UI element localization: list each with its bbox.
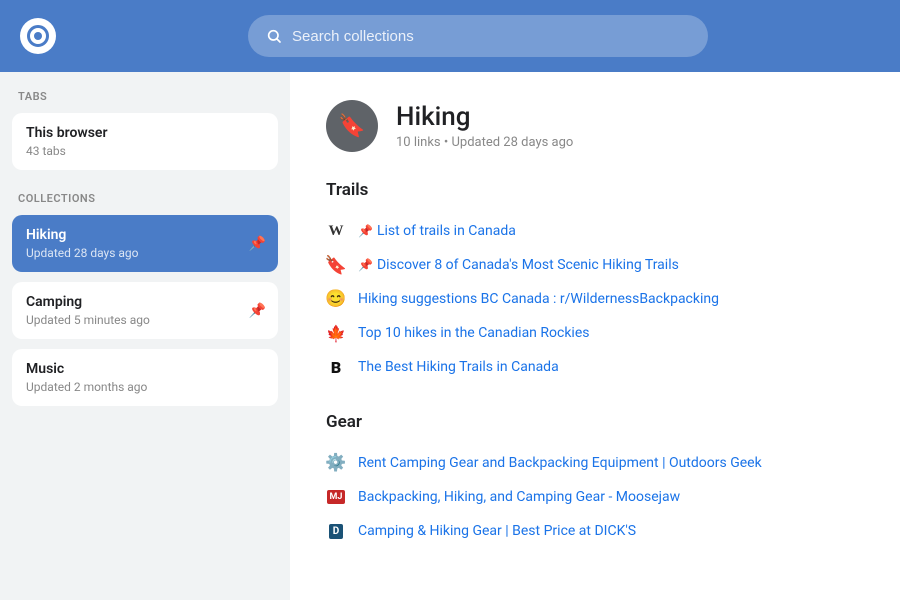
tabs-section-label: TABS — [12, 90, 278, 103]
gear-link-list: ⚙️ Rent Camping Gear and Backpacking Equ… — [326, 446, 864, 548]
collections-section-label: COLLECTIONS — [12, 192, 278, 205]
pin-icon-hiking: 📌 — [249, 236, 266, 252]
collection-music-title: Music — [26, 361, 264, 377]
collections-section: COLLECTIONS Hiking Updated 28 days ago 📌… — [12, 192, 278, 406]
pin-icon-camping: 📌 — [249, 303, 266, 319]
link-text: The Best Hiking Trails in Canada — [358, 359, 559, 375]
browser-tab-title: This browser — [26, 125, 264, 141]
reddit-favicon: 😊 — [326, 289, 346, 309]
link-item[interactable]: 😊 Hiking suggestions BC Canada : r/Wilde… — [326, 282, 864, 316]
sidebar: TABS This browser 43 tabs COLLECTIONS Hi… — [0, 72, 290, 600]
link-text: Hiking suggestions BC Canada : r/Wildern… — [358, 291, 719, 307]
link-item[interactable]: MJ Backpacking, Hiking, and Camping Gear… — [326, 480, 864, 514]
collection-icon-glyph: 🔖 — [338, 114, 365, 139]
dicks-favicon: D — [326, 521, 346, 541]
search-input[interactable] — [292, 28, 690, 45]
link-item[interactable]: B The Best Hiking Trails in Canada — [326, 350, 864, 384]
collection-item-music[interactable]: Music Updated 2 months ago — [12, 349, 278, 406]
collection-title-group: Hiking 10 links • Updated 28 days ago — [396, 102, 573, 150]
link-item[interactable]: W 📌 List of trails in Canada — [326, 214, 864, 248]
link-text: Discover 8 of Canada's Most Scenic Hikin… — [377, 257, 679, 273]
tabs-section: TABS This browser 43 tabs — [12, 90, 278, 170]
link-item[interactable]: ⚙️ Rent Camping Gear and Backpacking Equ… — [326, 446, 864, 480]
search-icon — [266, 28, 282, 44]
collection-camping-subtitle: Updated 5 minutes ago — [26, 313, 264, 327]
pin-small: 📌 — [358, 258, 373, 272]
main-layout: TABS This browser 43 tabs COLLECTIONS Hi… — [0, 72, 900, 600]
logo-graphic — [27, 25, 49, 47]
link-text: List of trails in Canada — [377, 223, 516, 239]
collection-header: 🔖 Hiking 10 links • Updated 28 days ago — [326, 100, 864, 152]
collection-item-camping[interactable]: Camping Updated 5 minutes ago 📌 — [12, 282, 278, 339]
link-item[interactable]: D Camping & Hiking Gear | Best Price at … — [326, 514, 864, 548]
collection-item-hiking[interactable]: Hiking Updated 28 days ago 📌 — [12, 215, 278, 272]
search-bar — [248, 15, 708, 57]
collection-icon: 🔖 — [326, 100, 378, 152]
buzzfeed-favicon: 🔖 — [326, 255, 346, 275]
collection-music-subtitle: Updated 2 months ago — [26, 380, 264, 394]
outdoors-favicon: ⚙️ — [326, 453, 346, 473]
collection-title: Hiking — [396, 102, 573, 132]
gear-section-title: Gear — [326, 412, 864, 432]
link-text: Camping & Hiking Gear | Best Price at DI… — [358, 523, 636, 539]
app-logo — [20, 18, 56, 54]
browser-tab-subtitle: 43 tabs — [26, 144, 264, 158]
collection-hiking-title: Hiking — [26, 227, 264, 243]
link-item[interactable]: 🍁 Top 10 hikes in the Canadian Rockies — [326, 316, 864, 350]
trails-section-title: Trails — [326, 180, 864, 200]
link-text: Rent Camping Gear and Backpacking Equipm… — [358, 455, 762, 471]
sidebar-item-this-browser[interactable]: This browser 43 tabs — [12, 113, 278, 170]
wikipedia-favicon: W — [326, 221, 346, 241]
app-header — [0, 0, 900, 72]
content-area: 🔖 Hiking 10 links • Updated 28 days ago … — [290, 72, 900, 600]
collection-hiking-subtitle: Updated 28 days ago — [26, 246, 264, 260]
pin-small: 📌 — [358, 224, 373, 238]
moosejaw-favicon: MJ — [326, 487, 346, 507]
trails-link-list: W 📌 List of trails in Canada 🔖 📌 Discove… — [326, 214, 864, 384]
link-item[interactable]: 🔖 📌 Discover 8 of Canada's Most Scenic H… — [326, 248, 864, 282]
collection-meta: 10 links • Updated 28 days ago — [396, 135, 573, 150]
link-text: Top 10 hikes in the Canadian Rockies — [358, 325, 589, 341]
medium-favicon: B — [326, 357, 346, 377]
collection-camping-title: Camping — [26, 294, 264, 310]
maple-favicon: 🍁 — [326, 323, 346, 343]
link-text: Backpacking, Hiking, and Camping Gear - … — [358, 489, 680, 505]
